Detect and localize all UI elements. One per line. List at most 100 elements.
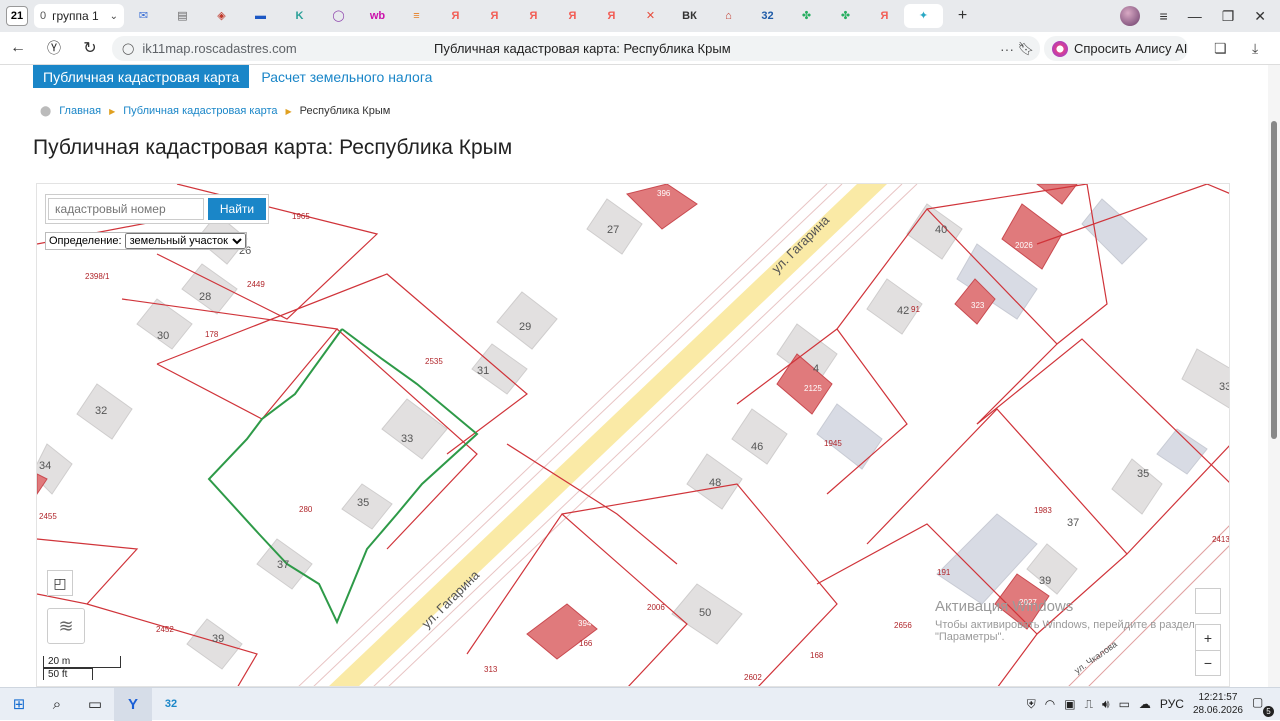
tab-favicon-icon: ✦ (918, 10, 929, 22)
browser-tab[interactable]: ▤ (163, 4, 202, 28)
building-number-label: 39 (212, 633, 224, 645)
selected-parcel-outline (207, 328, 479, 625)
profile-avatar[interactable] (1119, 6, 1140, 26)
building-number-label: 42 (897, 305, 909, 317)
browser-tab[interactable]: Я (514, 4, 553, 28)
address-field[interactable]: ◯ ik11map.roscadastres.com Публичная кад… (112, 36, 1040, 61)
wifi-icon[interactable]: ◠ (1045, 697, 1055, 711)
breadcrumb-home[interactable]: Главная (59, 105, 101, 117)
building-number-label: 46 (751, 441, 763, 453)
parcel-number-label: 313 (484, 665, 498, 674)
yandex-browser-icon[interactable]: Y (114, 687, 152, 721)
site-info-icon[interactable]: ◯ (122, 42, 134, 55)
tab-favicon-icon: ✕ (645, 10, 656, 22)
tab-favicon-icon: ✉ (138, 10, 149, 22)
breadcrumb-current: Республика Крым (299, 105, 391, 117)
windows-taskbar: ⊞ ⌕ ▭ Y 32 ⛨ ◠ ▣ ⎍ 🔊︎ ▭ ☁ РУС 12:21:57 2… (0, 687, 1280, 721)
watermark-title: Активация Windows (935, 598, 1074, 615)
scrollbar-thumb[interactable] (1271, 121, 1277, 439)
more-icon[interactable]: ··· (1000, 41, 1014, 57)
browser-tab[interactable]: ВК (670, 4, 709, 28)
search-icon[interactable]: ⌕ (38, 688, 76, 721)
fullscreen-icon[interactable]: ◰ (47, 570, 73, 596)
alice-icon (1052, 40, 1068, 57)
language-indicator[interactable]: РУС (1160, 697, 1184, 711)
building-number-label: 39 (1039, 575, 1051, 587)
browser-tab[interactable]: Я (475, 4, 514, 28)
nav-land-tax[interactable]: Расчет земельного налога (261, 69, 432, 85)
browser-tab[interactable]: Я (592, 4, 631, 28)
ask-alice-label: Спросить Алису AI (1074, 41, 1188, 56)
clock[interactable]: 12:21:57 28.06.2026 (1193, 691, 1243, 717)
browser-tab[interactable]: Я (553, 4, 592, 28)
building-number-label: 30 (157, 330, 169, 342)
usb-icon[interactable]: ⎍ (1085, 697, 1093, 712)
tab-favicon-icon: ◯ (332, 10, 345, 22)
tab-list: ✉ ▤ ◈ ▬ K ◯ wb ≡ Я Я Я Я Я ✕ ВК ⌂ 32 ✤ ✤ Я ✦ (124, 4, 943, 28)
cadastral-map[interactable]: 1965 2449 178 2535 280 2452 2006 166 313 168 2602 2… (36, 183, 1230, 687)
building-number-label: 29 (519, 321, 531, 333)
task-view-icon[interactable]: ▭ (76, 688, 114, 721)
browser-tab[interactable]: ✦ (904, 4, 943, 28)
app-32-icon[interactable]: 32 (152, 688, 190, 721)
notification-icon[interactable]: ▢ 5 (1252, 695, 1274, 717)
browser-tab[interactable]: ✕ (631, 4, 670, 28)
web-page: Публичная кадастровая карта Расчет земел… (0, 65, 1268, 687)
new-tab-button[interactable]: + (943, 4, 982, 28)
parcel-number-label: 394 (578, 619, 592, 628)
building-number-label: 35 (1137, 468, 1149, 480)
cloud-icon[interactable]: ☁ (1139, 697, 1151, 711)
tab-favicon-icon: ≡ (413, 10, 420, 22)
cadastral-number-input[interactable] (48, 198, 204, 220)
downloads-icon[interactable]: ⤓ (1252, 40, 1258, 57)
reload-icon[interactable]: ↻ (72, 38, 108, 58)
volume-icon[interactable]: 🔊︎ (1102, 697, 1110, 712)
restore-icon[interactable]: ❐ (1222, 8, 1235, 25)
tab-count-button[interactable]: 21 (6, 6, 28, 26)
browser-tab[interactable]: Я (865, 4, 904, 28)
breadcrumb-map[interactable]: Публичная кадастровая карта (123, 105, 277, 117)
tab-favicon-icon: K (295, 10, 304, 22)
page-scrollbar[interactable] (1268, 65, 1280, 687)
nav-cadastral-map[interactable]: Публичная кадастровая карта (33, 65, 250, 88)
tab-group[interactable]: 0 группа 1 ⌄ (34, 4, 124, 28)
menu-icon[interactable]: ≡ (1160, 8, 1168, 24)
browser-tab[interactable]: ≡ (397, 4, 436, 28)
url-text[interactable]: ik11map.roscadastres.com (142, 41, 302, 56)
back-icon[interactable]: ← (0, 39, 36, 57)
browser-tab[interactable]: ◈ (202, 4, 241, 28)
find-button[interactable]: Найти (208, 198, 266, 220)
browser-tab-strip: 21 0 группа 1 ⌄ ✉ ▤ ◈ ▬ K ◯ wb ≡ Я Я Я Я Я ✕ ВК ⌂ 32 ✤ ✤ Я ✦… (0, 0, 1280, 32)
zoom-out-button[interactable]: − (1195, 650, 1221, 676)
breadcrumb-separator-icon: ▶ (109, 106, 116, 116)
browser-tab[interactable]: ✤ (787, 4, 826, 28)
tab-favicon-icon: Я (607, 10, 616, 22)
collections-icon[interactable]: ❏ (1214, 40, 1227, 57)
battery-icon[interactable]: ▭ (1119, 697, 1130, 711)
browser-tab[interactable]: Я (436, 4, 475, 28)
browser-tab[interactable]: ✉ (124, 4, 163, 28)
close-icon[interactable]: ✕ (1254, 8, 1266, 25)
breadcrumb-separator-icon: ▶ (285, 106, 292, 116)
tab-group-label: группа 1 (52, 9, 99, 23)
minimize-icon[interactable]: — (1188, 8, 1202, 24)
definition-select[interactable]: земельный участок (124, 233, 246, 249)
browser-tab[interactable]: 32 (748, 4, 787, 28)
browser-tab[interactable]: ✤ (826, 4, 865, 28)
gpu-icon[interactable]: ▣ (1064, 697, 1075, 711)
windows-start-icon[interactable]: ⊞ (0, 688, 38, 721)
browser-tab[interactable]: ▬ (241, 4, 280, 28)
yandex-logo-icon[interactable]: Ⓨ (36, 38, 72, 58)
browser-tab[interactable]: ⌂ (709, 4, 748, 28)
browser-tab[interactable]: wb (358, 4, 397, 28)
browser-tab[interactable]: ◯ (319, 4, 358, 28)
security-icon[interactable]: ⛨ (1027, 697, 1036, 712)
parcel-number-label: 2006 (647, 603, 665, 612)
chevron-down-icon[interactable]: ⌄ (110, 11, 118, 22)
ask-alice-button[interactable]: Спросить Алису AI (1044, 36, 1188, 61)
location-pin-icon: ⬤ (40, 105, 52, 117)
browser-tab[interactable]: K (280, 4, 319, 28)
bookmark-icon[interactable]: 🔖︎ (1017, 41, 1034, 57)
site-nav: Публичная кадастровая карта Расчет земел… (33, 65, 432, 88)
layers-button[interactable]: ≋ (47, 608, 85, 644)
